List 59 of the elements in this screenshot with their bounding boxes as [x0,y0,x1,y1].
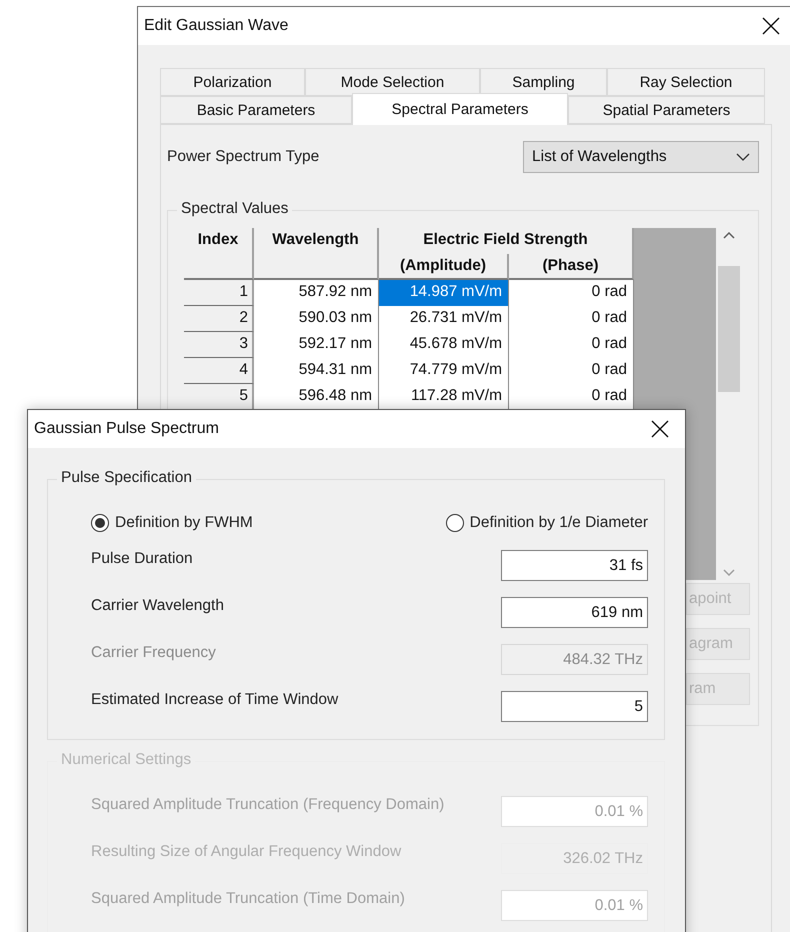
field-label: Squared Amplitude Truncation (Time Domain) [91,890,405,908]
table-cell[interactable]: 117.28 mV/m [379,384,509,410]
row-header[interactable]: 5 [184,384,254,410]
window-title: Edit Gaussian Wave [144,17,288,35]
field-label: Resulting Size of Angular Frequency Window [91,843,402,861]
table-cell[interactable]: 0 rad [509,332,634,358]
value-field[interactable]: 619 nm [501,597,648,628]
row-header[interactable]: 3 [184,332,254,358]
table-cell[interactable]: 0 rad [509,306,634,332]
table-cell[interactable]: 587.92 nm [254,280,379,306]
row-header[interactable]: 1 [184,280,254,306]
chevron-down-icon [736,153,750,161]
table-cell[interactable]: 0 rad [509,384,634,410]
column-header: Wavelength [254,228,379,280]
row-header[interactable]: 4 [184,358,254,384]
tab[interactable]: Mode Selection [305,68,480,96]
group-title: Spectral Values [177,200,292,218]
chevron-up-icon [722,232,734,239]
dropdown[interactable]: List of Wavelengths [523,141,759,173]
group-title: Pulse Specification [57,469,196,487]
field-label: Pulse Duration [91,550,193,568]
field-label: Carrier Wavelength [91,597,224,615]
table-cell[interactable]: 0 rad [509,280,634,306]
close-icon [651,420,669,438]
table-cell[interactable]: 590.03 nm [254,306,379,332]
tab[interactable]: Basic Parameters [160,96,352,124]
close-icon [762,17,780,35]
field-label: Carrier Frequency [91,644,216,662]
table-cell[interactable]: 594.31 nm [254,358,379,384]
table-cell[interactable]: 45.678 mV/m [379,332,509,358]
radio-label[interactable]: Definition by 1/e Diameter [470,514,648,532]
column-header: (Phase) [509,254,634,280]
row-header[interactable]: 2 [184,306,254,332]
column-header: Electric Field Strength [379,228,634,254]
table-cell[interactable]: 74.779 mV/m [379,358,509,384]
scroll-thumb[interactable] [718,266,740,392]
radio-button[interactable] [446,514,464,532]
table-cell[interactable]: 0 rad [509,358,634,384]
tab[interactable]: Ray Selection [607,68,765,96]
group-title: Numerical Settings [57,751,196,769]
radio-label[interactable]: Definition by FWHM [115,514,253,532]
table-cell[interactable]: 592.17 nm [254,332,379,358]
field-label: Squared Amplitude Truncation (Frequency Domain) [91,796,444,814]
table-cell[interactable]: 14.987 mV/m [379,280,509,306]
field-label: Power Spectrum Type [167,148,320,166]
field-label: Estimated Increase of Time Window [91,691,338,709]
value-field[interactable]: 31 fs [501,550,648,581]
table-cell[interactable]: 26.731 mV/m [379,306,509,332]
chevron-down-icon [722,569,734,576]
window-title: Gaussian Pulse Spectrum [34,420,219,438]
column-header: Index [184,228,254,280]
table-cell[interactable]: 596.48 nm [254,384,379,410]
radio-button[interactable] [91,514,109,532]
tab[interactable]: Spatial Parameters [568,96,765,124]
value-field[interactable]: 5 [501,691,648,722]
column-header: (Amplitude) [379,254,509,280]
tab[interactable]: Sampling [480,68,607,96]
tab[interactable]: Polarization [160,68,305,96]
tab[interactable]: Spectral Parameters [352,93,568,125]
